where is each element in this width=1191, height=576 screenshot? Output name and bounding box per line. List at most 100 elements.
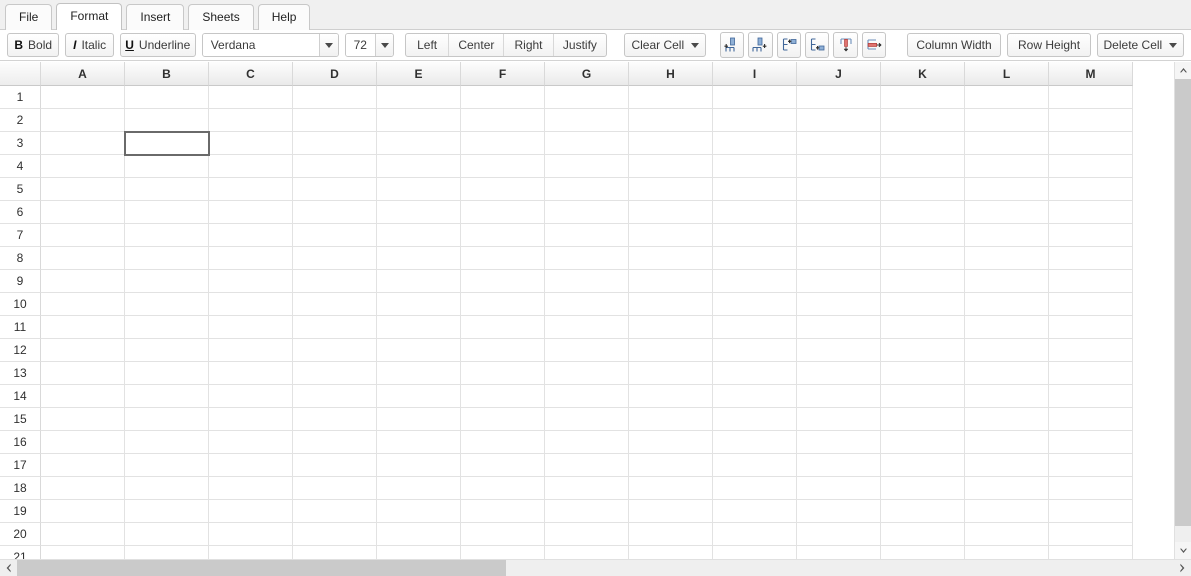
italic-button[interactable]: I Italic	[65, 33, 114, 57]
menu-tab-sheets[interactable]: Sheets	[188, 4, 254, 30]
cell-C4[interactable]	[209, 155, 293, 178]
cell-E4[interactable]	[377, 155, 461, 178]
row-header-7[interactable]: 7	[0, 224, 41, 247]
cell-L7[interactable]	[965, 224, 1049, 247]
cell-H19[interactable]	[629, 500, 713, 523]
cell-L13[interactable]	[965, 362, 1049, 385]
cell-K15[interactable]	[881, 408, 965, 431]
cell-C8[interactable]	[209, 247, 293, 270]
cell-L17[interactable]	[965, 454, 1049, 477]
cell-G5[interactable]	[545, 178, 629, 201]
insert-column-right-icon[interactable]	[748, 32, 773, 58]
cell-A4[interactable]	[41, 155, 125, 178]
row-header-11[interactable]: 11	[0, 316, 41, 339]
cell-E21[interactable]	[377, 546, 461, 559]
column-header-m[interactable]: M	[1049, 62, 1133, 86]
cell-E11[interactable]	[377, 316, 461, 339]
cell-F16[interactable]	[461, 431, 545, 454]
row-header-12[interactable]: 12	[0, 339, 41, 362]
cell-K2[interactable]	[881, 109, 965, 132]
cell-C3[interactable]	[209, 132, 293, 155]
cell-J15[interactable]	[797, 408, 881, 431]
cell-B6[interactable]	[125, 201, 209, 224]
cell-J8[interactable]	[797, 247, 881, 270]
cell-L14[interactable]	[965, 385, 1049, 408]
cell-L1[interactable]	[965, 86, 1049, 109]
column-header-e[interactable]: E	[377, 62, 461, 86]
cell-E9[interactable]	[377, 270, 461, 293]
cell-J19[interactable]	[797, 500, 881, 523]
cell-F7[interactable]	[461, 224, 545, 247]
cell-M21[interactable]	[1049, 546, 1133, 559]
menu-tab-format[interactable]: Format	[56, 3, 123, 30]
cell-J16[interactable]	[797, 431, 881, 454]
row-header-5[interactable]: 5	[0, 178, 41, 201]
cell-L5[interactable]	[965, 178, 1049, 201]
cell-I18[interactable]	[713, 477, 797, 500]
cell-G19[interactable]	[545, 500, 629, 523]
cell-B19[interactable]	[125, 500, 209, 523]
cell-G14[interactable]	[545, 385, 629, 408]
cell-L10[interactable]	[965, 293, 1049, 316]
cell-F1[interactable]	[461, 86, 545, 109]
cell-I6[interactable]	[713, 201, 797, 224]
cell-G21[interactable]	[545, 546, 629, 559]
cell-I2[interactable]	[713, 109, 797, 132]
cell-F21[interactable]	[461, 546, 545, 559]
cell-B11[interactable]	[125, 316, 209, 339]
column-header-h[interactable]: H	[629, 62, 713, 86]
cell-K14[interactable]	[881, 385, 965, 408]
cell-M8[interactable]	[1049, 247, 1133, 270]
cell-D15[interactable]	[293, 408, 377, 431]
cell-A20[interactable]	[41, 523, 125, 546]
cell-B21[interactable]	[125, 546, 209, 559]
cell-J18[interactable]	[797, 477, 881, 500]
cell-E1[interactable]	[377, 86, 461, 109]
cell-C12[interactable]	[209, 339, 293, 362]
menu-tab-insert[interactable]: Insert	[126, 4, 185, 30]
cell-F12[interactable]	[461, 339, 545, 362]
cell-J12[interactable]	[797, 339, 881, 362]
cell-J13[interactable]	[797, 362, 881, 385]
cell-E10[interactable]	[377, 293, 461, 316]
cell-I20[interactable]	[713, 523, 797, 546]
cell-G18[interactable]	[545, 477, 629, 500]
cell-I9[interactable]	[713, 270, 797, 293]
cell-B4[interactable]	[125, 155, 209, 178]
cell-L4[interactable]	[965, 155, 1049, 178]
column-header-c[interactable]: C	[209, 62, 293, 86]
cell-H4[interactable]	[629, 155, 713, 178]
cell-B10[interactable]	[125, 293, 209, 316]
cell-C1[interactable]	[209, 86, 293, 109]
cell-C21[interactable]	[209, 546, 293, 559]
cell-K10[interactable]	[881, 293, 965, 316]
row-header-2[interactable]: 2	[0, 109, 41, 132]
cell-B9[interactable]	[125, 270, 209, 293]
column-header-f[interactable]: F	[461, 62, 545, 86]
cell-F19[interactable]	[461, 500, 545, 523]
cell-D20[interactable]	[293, 523, 377, 546]
cell-F15[interactable]	[461, 408, 545, 431]
cell-C16[interactable]	[209, 431, 293, 454]
cell-I8[interactable]	[713, 247, 797, 270]
cell-J17[interactable]	[797, 454, 881, 477]
cell-E6[interactable]	[377, 201, 461, 224]
cell-M7[interactable]	[1049, 224, 1133, 247]
cell-L11[interactable]	[965, 316, 1049, 339]
cell-D4[interactable]	[293, 155, 377, 178]
delete-cell-button[interactable]: Delete Cell	[1096, 33, 1185, 57]
horizontal-scrollbar[interactable]	[0, 559, 1191, 576]
cell-A6[interactable]	[41, 201, 125, 224]
cell-B13[interactable]	[125, 362, 209, 385]
cell-C15[interactable]	[209, 408, 293, 431]
cell-J2[interactable]	[797, 109, 881, 132]
font-size-select[interactable]: 72	[344, 33, 394, 57]
column-header-a[interactable]: A	[41, 62, 125, 86]
cell-A19[interactable]	[41, 500, 125, 523]
cell-E5[interactable]	[377, 178, 461, 201]
row-height-button[interactable]: Row Height	[1007, 33, 1091, 57]
cell-K21[interactable]	[881, 546, 965, 559]
cell-H15[interactable]	[629, 408, 713, 431]
cell-G2[interactable]	[545, 109, 629, 132]
cell-J11[interactable]	[797, 316, 881, 339]
